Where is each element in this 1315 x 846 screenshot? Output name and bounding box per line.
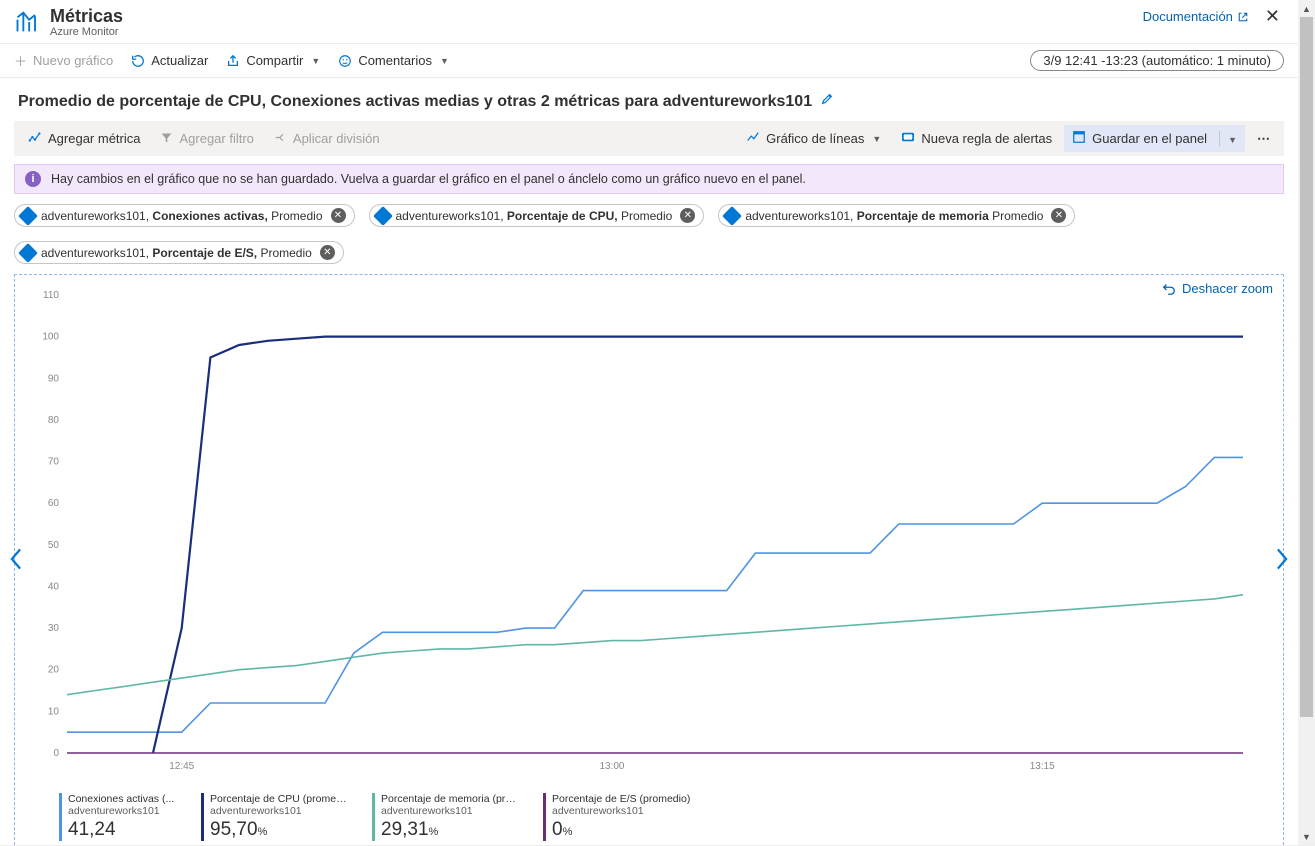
- scroll-up-button[interactable]: ▲: [1298, 0, 1315, 17]
- chevron-down-icon: ▼: [311, 56, 320, 66]
- metric-pill[interactable]: adventureworks101, Conexiones activas, P…: [14, 204, 355, 227]
- remove-pill-icon[interactable]: ✕: [1051, 208, 1066, 223]
- metric-pill[interactable]: adventureworks101, Porcentaje de CPU, Pr…: [369, 204, 705, 227]
- prev-chart-button[interactable]: [3, 542, 29, 582]
- notice-text: Hay cambios en el gráfico que no se han …: [51, 172, 806, 186]
- pin-to-dashboard-button[interactable]: Guardar en el panel ▼: [1064, 125, 1245, 152]
- svg-text:20: 20: [48, 665, 60, 676]
- svg-text:100: 100: [42, 332, 59, 343]
- remove-pill-icon[interactable]: ✕: [320, 245, 335, 260]
- more-button[interactable]: ⋯: [1249, 126, 1278, 152]
- resource-icon: [722, 206, 742, 226]
- pin-split-button[interactable]: ▼: [1219, 131, 1237, 146]
- remove-pill-icon[interactable]: ✕: [680, 208, 695, 223]
- metric-pill[interactable]: adventureworks101, Porcentaje de memoria…: [718, 204, 1075, 227]
- resource-icon: [373, 206, 393, 226]
- svg-text:70: 70: [48, 457, 60, 468]
- add-filter-button[interactable]: Agregar filtro: [152, 126, 261, 152]
- metric-pill[interactable]: adventureworks101, Porcentaje de E/S, Pr…: [14, 241, 344, 264]
- resource-icon: [18, 206, 38, 226]
- legend-item[interactable]: Porcentaje de memoria (promedio) adventu…: [372, 793, 521, 841]
- new-alert-button[interactable]: Nueva regla de alertas: [893, 126, 1060, 151]
- share-button[interactable]: Compartir ▼: [226, 53, 320, 68]
- filter-icon: [160, 131, 173, 147]
- documentation-link[interactable]: Documentación: [1143, 9, 1249, 24]
- chart-title-row: Promedio de porcentaje de CPU, Conexione…: [0, 78, 1298, 117]
- svg-text:90: 90: [48, 373, 60, 384]
- svg-text:13:00: 13:00: [599, 761, 624, 772]
- next-chart-button[interactable]: [1269, 542, 1295, 582]
- svg-text:13:15: 13:15: [1030, 761, 1055, 772]
- metrics-icon: [14, 8, 42, 39]
- chevron-down-icon: ▼: [872, 134, 881, 144]
- share-icon: [226, 54, 240, 68]
- metric-icon: [28, 130, 42, 147]
- chart-type-button[interactable]: Gráfico de líneas ▼: [738, 125, 889, 152]
- add-metric-button[interactable]: Agregar métrica: [20, 125, 148, 152]
- undo-zoom-button[interactable]: Deshacer zoom: [1162, 281, 1273, 296]
- page-header: Métricas Azure Monitor Documentación ✕: [0, 0, 1298, 43]
- resource-icon: [18, 243, 38, 263]
- chart-title: Promedio de porcentaje de CPU, Conexione…: [18, 93, 812, 111]
- apply-split-button[interactable]: Aplicar división: [266, 126, 388, 152]
- svg-text:10: 10: [48, 706, 60, 717]
- svg-text:0: 0: [53, 748, 59, 759]
- info-icon: i: [25, 171, 41, 187]
- new-chart-button[interactable]: ＋ Nuevo gráfico: [14, 51, 113, 70]
- chart-toolbar: Agregar métrica Agregar filtro Aplicar d…: [14, 121, 1284, 156]
- chevron-down-icon: ▼: [1228, 135, 1237, 145]
- split-icon: [274, 131, 287, 147]
- command-bar: ＋ Nuevo gráfico Actualizar Compartir ▼ C…: [0, 43, 1298, 78]
- unsaved-changes-banner: i Hay cambios en el gráfico que no se ha…: [14, 164, 1284, 194]
- metric-pills: adventureworks101, Conexiones activas, P…: [0, 194, 1298, 268]
- svg-text:60: 60: [48, 498, 60, 509]
- remove-pill-icon[interactable]: ✕: [331, 208, 346, 223]
- feedback-button[interactable]: Comentarios ▼: [338, 53, 449, 68]
- legend-item[interactable]: Porcentaje de CPU (promedio) adventurewo…: [201, 793, 350, 841]
- line-chart[interactable]: 0 10 20 30 40 50 60 70 80 90 100 110 12:45 13:00 13:15: [15, 275, 1253, 773]
- page-subtitle: Azure Monitor: [50, 26, 123, 38]
- svg-text:80: 80: [48, 415, 60, 426]
- time-range-picker[interactable]: 3/9 12:41 -13:23 (automático: 1 minuto): [1030, 50, 1284, 71]
- vertical-scrollbar[interactable]: ▲ ▼: [1298, 0, 1315, 845]
- smiley-icon: [338, 54, 352, 68]
- refresh-button[interactable]: Actualizar: [131, 53, 208, 68]
- scroll-thumb[interactable]: [1300, 17, 1313, 717]
- plus-icon: ＋: [14, 51, 27, 70]
- scroll-down-button[interactable]: ▼: [1298, 828, 1315, 845]
- close-icon[interactable]: ✕: [1261, 6, 1284, 27]
- svg-text:12:45: 12:45: [169, 761, 194, 772]
- legend-item[interactable]: Conexiones activas (... adventureworks10…: [59, 793, 179, 841]
- page-title: Métricas: [50, 6, 123, 26]
- chart-area: Deshacer zoom 0 10 20 30 40 50 60 70 80 90 100 110 1…: [14, 274, 1284, 846]
- chevron-down-icon: ▼: [440, 56, 449, 66]
- line-chart-icon: [746, 130, 760, 147]
- legend-item[interactable]: Porcentaje de E/S (promedio) adventurewo…: [543, 793, 690, 841]
- refresh-icon: [131, 54, 145, 68]
- edit-title-icon[interactable]: [820, 92, 834, 111]
- external-link-icon: [1237, 11, 1249, 23]
- svg-text:50: 50: [48, 540, 60, 551]
- svg-text:40: 40: [48, 581, 60, 592]
- pin-icon: [1072, 130, 1086, 147]
- undo-icon: [1162, 282, 1176, 296]
- alert-icon: [901, 131, 915, 146]
- chart-legend: Conexiones activas (... adventureworks10…: [59, 793, 1273, 841]
- svg-text:30: 30: [48, 623, 60, 634]
- svg-text:110: 110: [43, 290, 59, 301]
